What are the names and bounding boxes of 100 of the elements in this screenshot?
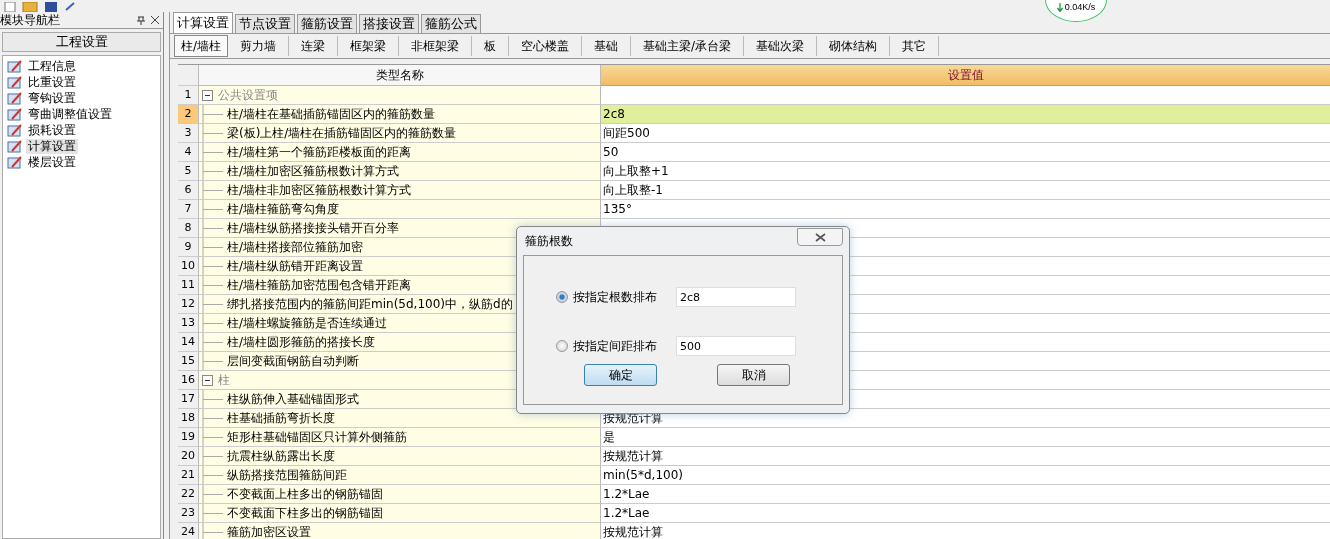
collapse-toggle[interactable] (202, 89, 213, 101)
tree-line (199, 333, 225, 351)
nav-item[interactable]: 损耗设置 (26, 122, 78, 138)
sub-tab[interactable]: 砌体结构 (817, 36, 891, 56)
table-cell: 柱/墙柱箍筋弯勾角度 (227, 200, 340, 218)
radio-button[interactable] (556, 340, 568, 352)
row-number: 23 (178, 504, 199, 523)
row-number: 8 (178, 219, 199, 238)
row-number: 20 (178, 447, 199, 466)
tab[interactable]: 节点设置 (235, 14, 295, 33)
table-cell: 柱/墙柱非加密区箍筋根数计算方式 (227, 181, 412, 199)
sub-tab[interactable]: 柱/墙柱 (174, 35, 229, 57)
close-icon[interactable] (151, 16, 159, 24)
sub-tab[interactable]: 基础 (582, 36, 632, 56)
table-cell: 柱纵筋伸入基础锚固形式 (227, 390, 359, 408)
dialog-button[interactable]: 确定 (584, 364, 657, 386)
nav-item[interactable]: 计算设置 (26, 138, 78, 154)
nav-item[interactable]: 楼层设置 (26, 154, 78, 170)
tree-line (199, 504, 225, 522)
table-cell: 柱/墙柱加密区箍筋根数计算方式 (227, 162, 400, 180)
pin-icon[interactable] (137, 15, 145, 25)
radio-label[interactable]: 按指定根数排布 (573, 288, 676, 306)
table-cell: 柱/墙柱搭接部位箍筋加密 (227, 238, 364, 256)
tab[interactable]: 搭接设置 (359, 14, 419, 33)
sub-tab[interactable]: 其它 (890, 36, 940, 56)
radio-label[interactable]: 按指定间距排布 (573, 337, 676, 355)
input-field[interactable]: 500 (676, 336, 796, 356)
tab[interactable]: 箍筋设置 (297, 14, 357, 33)
table-cell: 1.2*Lae (603, 506, 650, 520)
table-cell: 1.2*Lae (603, 487, 650, 501)
table-cell: 柱基础插筋弯折长度 (227, 409, 335, 427)
collapse-toggle[interactable] (202, 374, 213, 386)
table-cell: 箍筋加密区设置 (227, 523, 311, 539)
close-button[interactable] (797, 228, 843, 246)
tree-line (199, 428, 225, 446)
row-number: 14 (178, 333, 199, 352)
tree-line (199, 466, 225, 484)
panel-title: 模块导航栏 (0, 11, 61, 29)
dialog-button[interactable]: 取消 (717, 364, 790, 386)
sub-tab[interactable]: 框架梁 (338, 36, 400, 56)
header-corner (178, 65, 199, 86)
table-cell: 2c8 (603, 107, 625, 121)
tree-line (199, 162, 225, 180)
table-cell: 按规范计算 (603, 525, 663, 539)
row-number: 9 (178, 238, 199, 257)
sub-tab[interactable]: 空心楼盖 (509, 36, 583, 56)
download-arrow-icon (1056, 3, 1063, 12)
row-number: 6 (178, 181, 199, 200)
row-number: 19 (178, 428, 199, 447)
row-number: 10 (178, 257, 199, 276)
row-number: 2 (178, 105, 199, 124)
table-cell: 向上取整+1 (603, 164, 669, 178)
tree-line (199, 314, 225, 332)
row-number: 11 (178, 276, 199, 295)
sub-tab[interactable]: 连梁 (289, 36, 339, 56)
table-cell: 是 (603, 430, 615, 444)
nav-item[interactable]: 弯钩设置 (26, 90, 78, 106)
tree-line (199, 447, 225, 465)
row-number: 15 (178, 352, 199, 371)
tab[interactable]: 计算设置 (173, 12, 233, 33)
nav-item[interactable]: 工程信息 (26, 58, 78, 74)
nav-item[interactable]: 弯曲调整值设置 (26, 106, 114, 122)
row-number: 12 (178, 295, 199, 314)
tree-line (199, 200, 225, 218)
save-icon[interactable] (44, 2, 58, 12)
tree-line (199, 181, 225, 199)
row-number: 5 (178, 162, 199, 181)
table-cell: 柱/墙柱纵筋错开距离设置 (227, 257, 364, 275)
tree-line (199, 276, 225, 294)
row-number: 13 (178, 314, 199, 333)
table-cell: 纵筋搭接范围箍筋间距 (227, 466, 347, 484)
table-cell: 层间变截面钢筋自动判断 (227, 352, 359, 370)
tree-line (199, 295, 225, 313)
row-number: 21 (178, 466, 199, 485)
tab[interactable]: 箍筋公式 (421, 14, 481, 33)
tree-line (199, 485, 225, 503)
table-cell: 梁(板)上柱/墙柱在插筋锚固区内的箍筋数量 (227, 124, 457, 142)
table-cell: 按规范计算 (603, 449, 663, 463)
input-field[interactable]: 2c8 (676, 287, 796, 307)
row-number: 1 (178, 86, 199, 105)
nav-item[interactable]: 比重设置 (26, 74, 78, 90)
table-cell: 50 (603, 145, 619, 159)
radio-button[interactable] (556, 291, 568, 303)
tree-line (199, 352, 225, 370)
section-header[interactable]: 工程设置 (2, 32, 161, 52)
sub-tab[interactable]: 基础次梁 (744, 36, 818, 56)
sub-tab[interactable]: 板 (472, 36, 510, 56)
dialog-title: 箍筋根数 (525, 232, 573, 250)
sub-tab[interactable]: 非框架梁 (399, 36, 473, 56)
table-cell: 柱/墙柱箍筋加密范围包含错开距离 (227, 276, 412, 294)
table-cell: min(5*d,100) (603, 468, 683, 482)
table-cell: 不变截面下柱多出的钢筋锚固 (227, 504, 383, 522)
network-speed-text: 0.04K/s (1064, 2, 1096, 12)
sub-tab[interactable]: 基础主梁/承台梁 (631, 36, 745, 56)
tree-line (199, 143, 225, 161)
sub-tab[interactable]: 剪力墙 (228, 36, 290, 56)
table-cell: 间距500 (603, 126, 650, 140)
table-cell: 柱/墙柱纵筋搭接接头错开百分率 (227, 219, 400, 237)
table-cell: 向上取整-1 (603, 183, 663, 197)
close-icon (814, 232, 826, 242)
